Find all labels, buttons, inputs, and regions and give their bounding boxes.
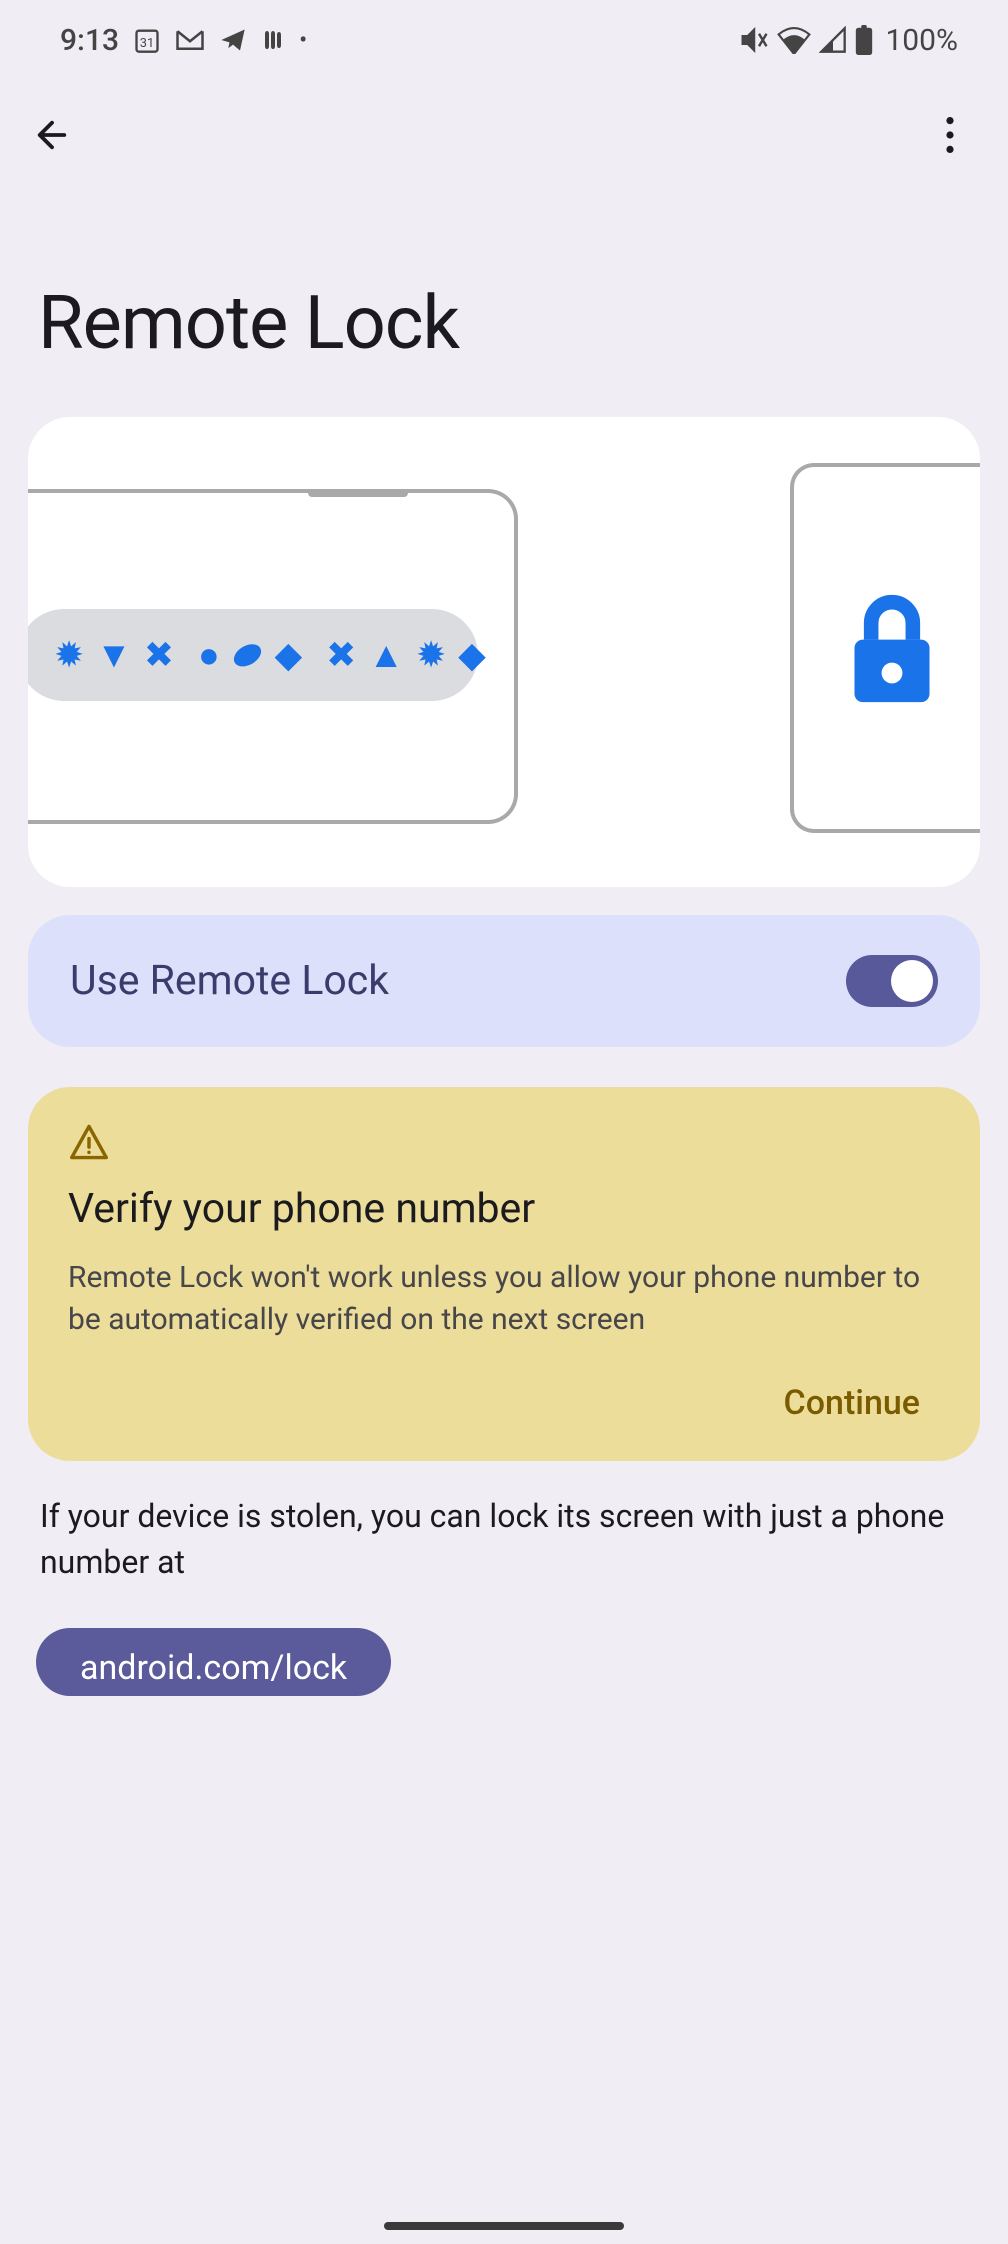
gmail-icon [175,28,205,52]
remote-lock-toggle-row[interactable]: Use Remote Lock [28,915,980,1047]
mute-icon [739,25,769,55]
calendar-icon: 31 [133,26,161,54]
hero-illustration: ✹ ▼ ✖ ● ⬬ ◆ ✖ ▲ ✹ ◆ [28,417,980,887]
app-icon [261,28,285,52]
continue-button[interactable]: Continue [772,1375,932,1431]
dot-icon: • [299,26,307,54]
battery-icon [855,25,873,55]
lock-icon [842,588,942,708]
phone-illustration-right [790,463,980,833]
nav-handle[interactable] [384,2222,624,2230]
url-chip[interactable]: android.com/lock [36,1628,391,1696]
telegram-icon [219,26,247,54]
battery-percent: 100% [885,23,958,58]
warning-body: Remote Lock won't work unless you allow … [68,1257,940,1341]
verify-warning-card: Verify your phone number Remote Lock won… [28,1087,980,1461]
info-text: If your device is stolen, you can lock i… [28,1493,980,1586]
phone-illustration-left: ✹ ▼ ✖ ● ⬬ ◆ ✖ ▲ ✹ ◆ [28,489,518,824]
page-title: Remote Lock [0,190,1008,417]
remote-lock-toggle[interactable] [846,955,938,1007]
status-time: 9:13 [60,23,119,58]
more-options-button[interactable] [922,107,978,163]
toggle-label: Use Remote Lock [70,957,389,1005]
wifi-icon [777,26,811,54]
back-button[interactable] [24,107,80,163]
signal-icon [819,26,847,54]
pin-bar-illustration: ✹ ▼ ✖ ● ⬬ ◆ ✖ ▲ ✹ ◆ [28,609,478,701]
warning-title: Verify your phone number [68,1185,940,1233]
status-bar: 9:13 31 • 100% [0,0,1008,80]
warning-icon [68,1123,940,1165]
svg-text:31: 31 [140,36,154,51]
app-bar [0,80,1008,190]
